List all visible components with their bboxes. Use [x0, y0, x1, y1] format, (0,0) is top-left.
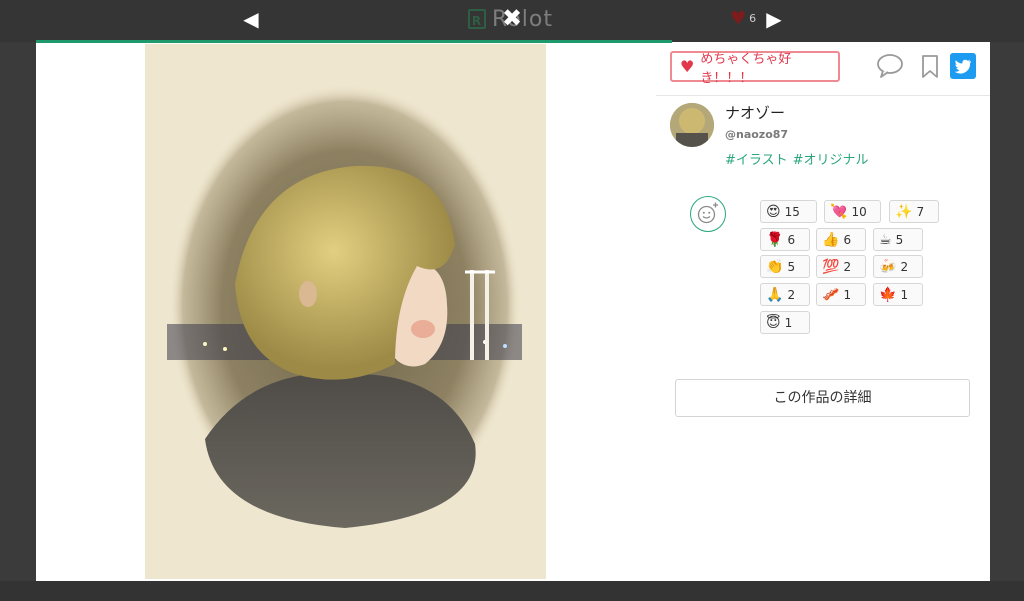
close-icon[interactable]: ✖	[499, 3, 525, 33]
reaction-chip[interactable]: ✨ 7	[889, 200, 939, 223]
reaction-chip[interactable]: 👍 6	[816, 228, 866, 251]
reaction-emoji: 🌹	[766, 231, 784, 248]
reaction-count: 2	[843, 259, 852, 274]
love-button-label: めちゃくちゃ好き！！！	[700, 51, 792, 86]
reaction-chip[interactable]: 💯 2	[816, 255, 866, 278]
reaction-emoji: 👍	[822, 231, 840, 248]
reaction-count: 1	[843, 287, 852, 302]
reaction-chip[interactable]: 👏 5	[760, 255, 810, 278]
tag-list: #イラスト #オリジナル	[725, 149, 874, 168]
divider	[656, 95, 990, 96]
like-count: 6	[749, 12, 757, 25]
heart-icon: ♥	[680, 57, 695, 76]
top-bar: ◀ R Rolot ✖ ♥ 6 ▶	[0, 0, 1024, 42]
like-indicator: ♥ 6	[730, 8, 756, 29]
reaction-count: 2	[900, 259, 909, 274]
detail-panel: ♥ めちゃくちゃ好き！！！ ナオゾー @naozo87 #イラスト #オリジナル…	[656, 42, 990, 581]
reaction-count: 15	[784, 204, 800, 219]
next-arrow-icon[interactable]: ▶	[763, 5, 785, 33]
reaction-emoji: 💘	[830, 203, 848, 220]
avatar[interactable]	[670, 103, 714, 147]
reaction-emoji: 🍻	[879, 258, 897, 275]
reaction-count: 1	[900, 287, 909, 302]
user-name[interactable]: ナオゾー	[725, 102, 785, 123]
logo-mark-icon: R	[468, 9, 486, 29]
reaction-count: 6	[843, 232, 852, 247]
page-background-bottom	[0, 581, 1024, 601]
previous-arrow-icon[interactable]: ◀	[240, 5, 262, 33]
reaction-chip[interactable]: 🌹 6	[760, 228, 810, 251]
reaction-chip[interactable]: 💘 10	[824, 200, 881, 223]
progress-bar	[36, 40, 672, 43]
reaction-chip[interactable]: 🙏 2	[760, 283, 810, 306]
bookmark-icon[interactable]	[916, 52, 944, 80]
reaction-emoji: 🍁	[879, 286, 897, 303]
reaction-emoji: ☕	[879, 231, 892, 248]
twitter-share-icon[interactable]	[950, 53, 976, 79]
reaction-emoji: 😍	[766, 203, 781, 220]
reaction-chip[interactable]: 😍 15	[760, 200, 817, 223]
reaction-emoji: 👏	[766, 258, 784, 275]
heart-icon: ♥	[730, 8, 747, 29]
reaction-emoji: 💯	[822, 258, 840, 275]
reaction-count: 5	[787, 259, 796, 274]
user-handle[interactable]: @naozo87	[725, 128, 788, 141]
add-reaction-button[interactable]	[690, 196, 726, 232]
reaction-count: 5	[895, 232, 904, 247]
work-detail-button[interactable]: この作品の詳細	[675, 379, 970, 417]
reaction-emoji: ✨	[895, 203, 913, 220]
comment-icon[interactable]	[876, 52, 904, 80]
reaction-chip[interactable]: ☕ 5	[873, 228, 923, 251]
reaction-count: 10	[851, 204, 867, 219]
reaction-chip[interactable]: 🍁 1	[873, 283, 923, 306]
reaction-chip[interactable]: 🍻 2	[873, 255, 923, 278]
reaction-count: 7	[916, 204, 925, 219]
reaction-emoji: 🥓	[822, 286, 840, 303]
tag-link[interactable]: #オリジナル	[793, 153, 869, 168]
reaction-emoji: 🙏	[766, 286, 784, 303]
reaction-chip[interactable]: 😇 1	[760, 311, 810, 334]
reaction-count: 6	[787, 232, 796, 247]
artwork-image[interactable]	[145, 44, 546, 579]
tag-link[interactable]: #イラスト	[725, 153, 788, 168]
reaction-count: 1	[784, 315, 793, 330]
smiley-plus-icon	[697, 202, 718, 224]
reaction-emoji: 😇	[766, 314, 781, 331]
reaction-chip[interactable]: 🥓 1	[816, 283, 866, 306]
artwork-modal: ♥ めちゃくちゃ好き！！！ ナオゾー @naozo87 #イラスト #オリジナル…	[36, 42, 990, 581]
love-button[interactable]: ♥ めちゃくちゃ好き！！！	[670, 51, 840, 86]
reaction-count: 2	[787, 287, 796, 302]
